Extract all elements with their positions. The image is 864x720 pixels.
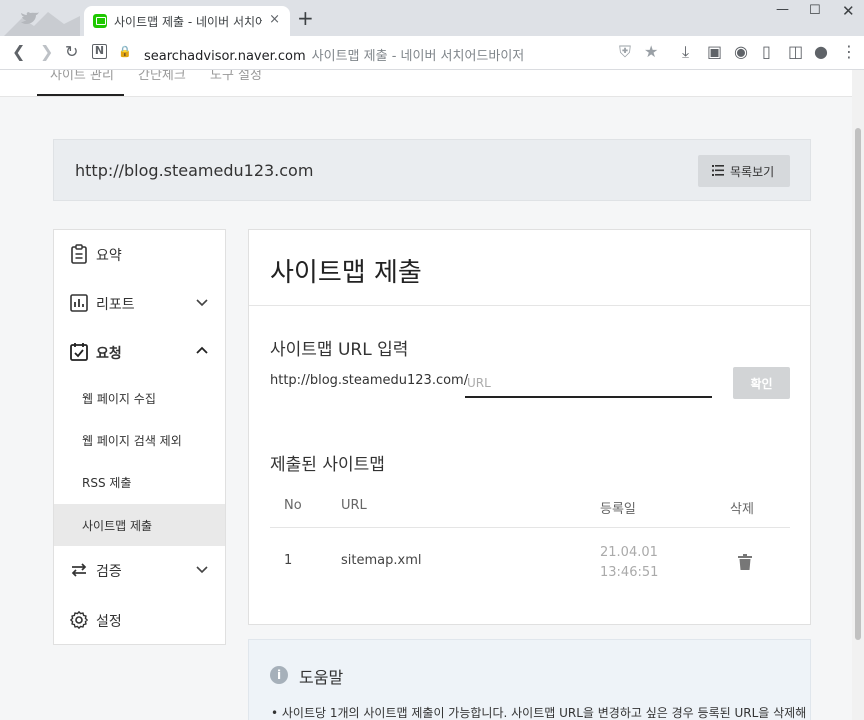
table-row: 1 sitemap.xml 21.04.01 13:46:51 (270, 529, 790, 597)
video-icon[interactable]: ▣ (707, 43, 722, 61)
address-bar[interactable]: 🔒 searchadvisor.naver.com 사이트맵 제출 - 네이버 서… (118, 41, 674, 65)
page-scrollbar[interactable] (852, 70, 864, 720)
swap-arrows-icon (71, 563, 87, 577)
reader-icon[interactable]: ▯ (762, 43, 771, 61)
sidebar-sublabel: 웹 페이지 검색 제외 (82, 434, 182, 448)
help-text: • 사이트당 1개의 사이트맵 제출이 가능합니다. 사이트맵 URL을 변경하… (271, 706, 807, 720)
naver-favicon-icon (93, 14, 107, 28)
sidebar-sublabel: RSS 제출 (82, 476, 132, 490)
download-icon[interactable]: ⤓ (682, 43, 689, 61)
sidebar-label-request: 요청 (96, 346, 122, 362)
sidebar: 요약 리포트 요청 웹 페이지 수집 웹 페이지 검색 제외 RSS 제출 사이… (53, 229, 226, 645)
tab-close-icon[interactable]: × (269, 12, 280, 27)
column-header-delete: 삭제 (730, 502, 754, 517)
trash-icon[interactable] (738, 554, 752, 570)
submitted-section-title: 제출된 사이트맵 (270, 455, 385, 475)
new-tab-button[interactable]: + (297, 8, 314, 28)
row-url: sitemap.xml (341, 553, 422, 568)
gear-icon (70, 611, 88, 629)
chevron-down-icon (196, 299, 208, 307)
shield-icon[interactable]: ⛨ (619, 43, 631, 61)
minimize-icon[interactable]: — (776, 2, 789, 17)
sidebar-subitem-page-crawl[interactable]: 웹 페이지 수집 (54, 377, 225, 419)
sidebar-item-summary[interactable]: 요약 (54, 230, 225, 279)
sidebar-sublabel: 사이트맵 제출 (82, 519, 153, 533)
page-title: 사이트맵 제출 (270, 258, 422, 288)
sidebar-label-verify: 검증 (96, 564, 122, 580)
menu-kebab-icon[interactable]: ⋮ (841, 43, 857, 61)
tab-title: 사이트맵 제출 - 네이버 서치어드바이저 (114, 15, 262, 29)
sidebar-label-summary: 요약 (96, 248, 122, 264)
divider (249, 305, 810, 306)
sidebar-label-settings: 설정 (96, 614, 122, 630)
list-icon (712, 165, 724, 176)
lock-icon: 🔒 (118, 45, 132, 58)
sidebar-sublabel: 웹 페이지 수집 (82, 392, 156, 406)
table-header: No URL 등록일 삭제 (270, 488, 790, 528)
browser-toolbar: ❮ ❯ ↻ N 🔒 searchadvisor.naver.com 사이트맵 제출… (0, 36, 864, 70)
forward-icon[interactable]: ❯ (40, 43, 53, 61)
scrollbar-thumb[interactable] (855, 128, 861, 640)
help-card: i 도움말 • 사이트당 1개의 사이트맵 제출이 가능합니다. 사이트맵 UR… (248, 639, 811, 720)
back-icon[interactable]: ❮ (12, 43, 25, 61)
sidebar-item-report[interactable]: 리포트 (54, 279, 225, 328)
sitemap-url-input[interactable] (465, 370, 712, 398)
window-close-icon[interactable]: ✕ (842, 2, 855, 20)
top-nav: 사이트 관리 간단체크 도구 설정 (0, 70, 852, 97)
reload-icon[interactable]: ↻ (65, 43, 78, 61)
address-page-title: 사이트맵 제출 - 네이버 서치어드바이저 (311, 49, 525, 64)
row-date: 21.04.01 13:46:51 (600, 545, 659, 580)
tab-site-management[interactable]: 사이트 관리 (50, 70, 114, 83)
list-view-button[interactable]: 목록보기 (698, 155, 790, 187)
maximize-icon[interactable]: ☐ (809, 3, 821, 18)
sitemap-card: 사이트맵 제출 사이트맵 URL 입력 http://blog.steamedu… (248, 229, 811, 625)
sidebar-item-verify[interactable]: 검증 (54, 546, 225, 595)
camera-icon[interactable]: ◉ (734, 43, 748, 61)
naver-extension-icon[interactable]: N (92, 44, 107, 59)
site-header: http://blog.steamedu123.com 목록보기 (53, 139, 811, 201)
chevron-down-icon (196, 566, 208, 574)
clipboard-icon (71, 244, 87, 264)
confirm-button[interactable]: 확인 (733, 367, 790, 399)
column-header-url: URL (341, 498, 367, 513)
page-content: 사이트 관리 간단체크 도구 설정 http://blog.steamedu12… (0, 70, 852, 720)
sidebar-item-request[interactable]: 요청 (54, 328, 225, 377)
browser-tabstrip: 사이트맵 제출 - 네이버 서치어드바이저 × + — ☐ ✕ (0, 0, 864, 36)
column-header-date: 등록일 (600, 502, 636, 517)
column-header-no: No (284, 498, 302, 513)
input-section-title: 사이트맵 URL 입력 (270, 340, 409, 360)
bar-chart-icon (70, 294, 88, 312)
chevron-up-icon (196, 346, 208, 354)
sidebar-subitem-sitemap[interactable]: 사이트맵 제출 (54, 504, 225, 546)
address-host: searchadvisor.naver.com (144, 49, 306, 64)
bookmark-star-icon[interactable]: ★ (644, 43, 658, 61)
sidebar-item-settings[interactable]: 설정 (54, 596, 225, 645)
profile-avatar-icon[interactable]: ● (814, 43, 828, 61)
list-view-label: 목록보기 (730, 165, 775, 179)
calendar-check-icon (70, 343, 88, 361)
sidebar-subitem-rss[interactable]: RSS 제출 (54, 461, 225, 503)
tab-tool-settings[interactable]: 도구 설정 (210, 70, 262, 83)
help-title: 도움말 (299, 668, 344, 687)
site-url: http://blog.steamedu123.com (75, 161, 314, 180)
sidebar-label-report: 리포트 (96, 297, 135, 313)
info-icon: i (270, 666, 288, 684)
active-tab-indicator (37, 94, 124, 96)
twitter-bird-icon (4, 12, 80, 36)
browser-tab-active[interactable]: 사이트맵 제출 - 네이버 서치어드바이저 × (84, 6, 290, 36)
sidebar-subitem-search-exclude[interactable]: 웹 페이지 검색 제외 (54, 419, 225, 461)
row-no: 1 (284, 553, 293, 568)
tab-simple-check[interactable]: 간단체크 (138, 70, 186, 83)
url-prefix: http://blog.steamedu123.com/ (270, 373, 469, 388)
sidepanel-icon[interactable]: ◫ (788, 43, 803, 61)
